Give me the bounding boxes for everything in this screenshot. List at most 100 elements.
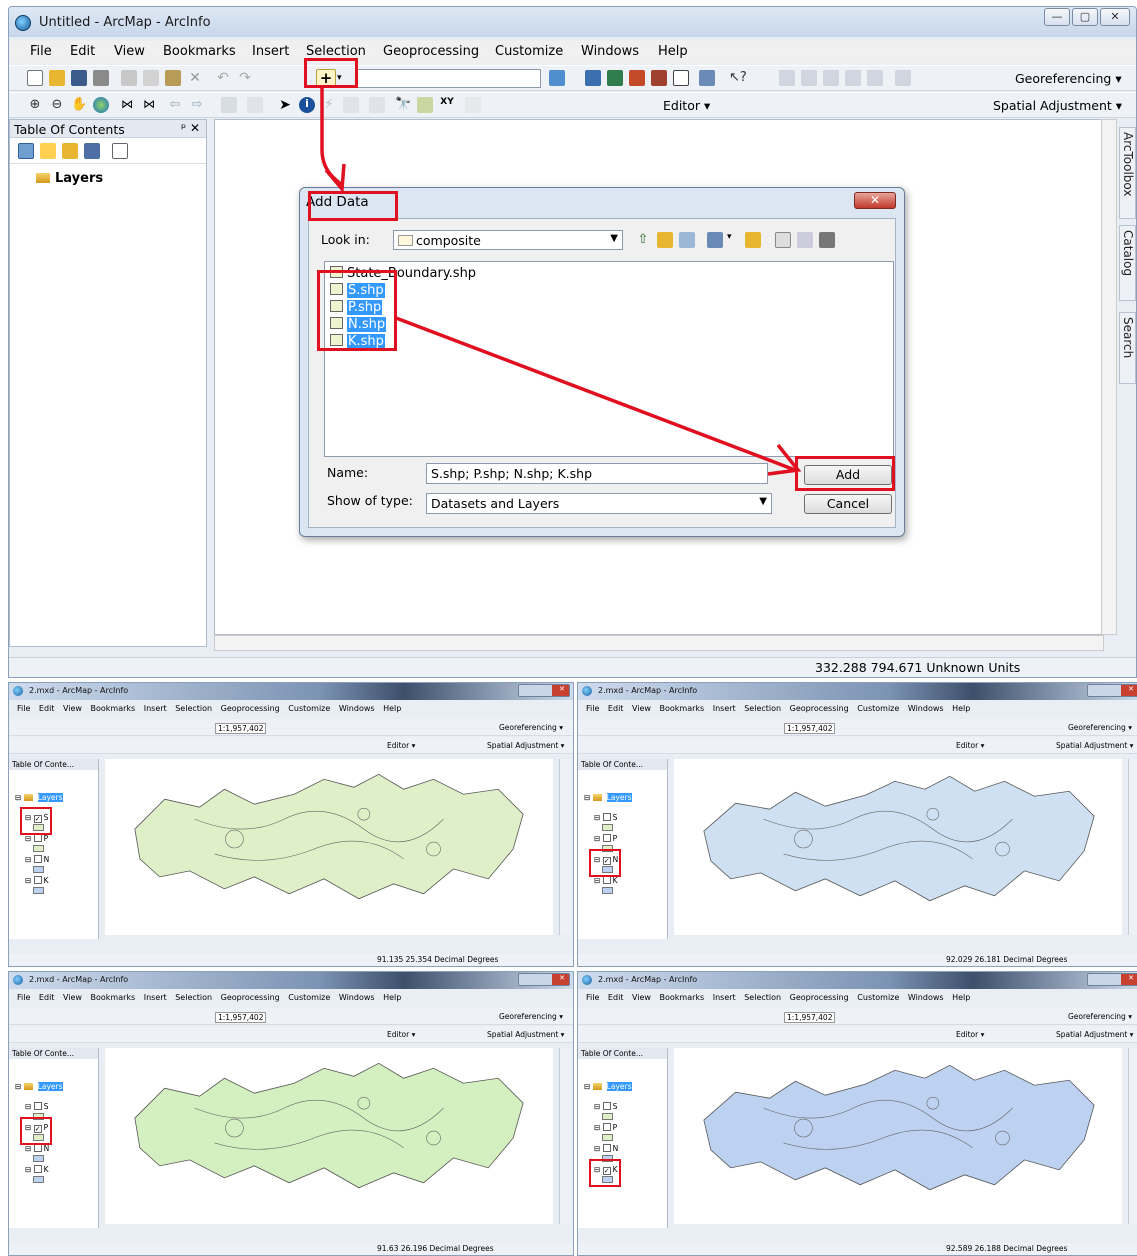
sub-map-display[interactable] xyxy=(105,1048,553,1224)
dialog-close-button[interactable]: ✕ xyxy=(854,192,896,209)
layer-checkbox[interactable] xyxy=(602,1144,611,1152)
sub-window-controls[interactable]: ✕ xyxy=(1087,973,1137,986)
menu-geoprocessing[interactable]: Geoprocessing xyxy=(383,44,479,59)
delete-icon[interactable]: ✕ xyxy=(187,70,203,86)
menu-insert[interactable]: Insert xyxy=(252,44,289,59)
minimize-button[interactable]: — xyxy=(1044,8,1070,26)
find-icon[interactable]: 🔭 xyxy=(395,97,411,113)
sub-layers-root[interactable]: ⊟ Layers xyxy=(15,793,63,802)
layer-row-N[interactable]: ⊟ N xyxy=(594,1144,618,1153)
list-by-selection-icon[interactable] xyxy=(84,143,100,159)
sub-editor-menu[interactable]: Editor ▾ xyxy=(956,1030,984,1039)
find-route-icon[interactable] xyxy=(417,97,433,113)
sub-layers-root[interactable]: ⊟ Layers xyxy=(15,1082,63,1091)
menu-edit[interactable]: Edit xyxy=(70,44,95,59)
print-icon[interactable] xyxy=(93,70,109,86)
pan-icon[interactable]: ✋ xyxy=(71,97,87,113)
full-extent-icon[interactable] xyxy=(93,97,109,113)
map-scale-combo[interactable] xyxy=(355,69,541,88)
fixed-zoom-out-icon[interactable]: ⋈ xyxy=(141,97,157,113)
list-by-visibility-icon[interactable] xyxy=(62,143,78,159)
open-folder-icon[interactable] xyxy=(49,70,65,86)
name-field[interactable]: S.shp; P.shp; N.shp; K.shp xyxy=(426,463,768,484)
new-folder-icon[interactable] xyxy=(745,232,761,248)
search-window-icon[interactable] xyxy=(629,70,645,86)
sub-scale-combo[interactable]: 1:1,957,402 xyxy=(784,723,836,734)
sub-map-display[interactable] xyxy=(674,759,1122,935)
sub-side-tabs[interactable] xyxy=(559,759,571,935)
zoom-out-icon[interactable]: ⊖ xyxy=(49,97,65,113)
sub-map-display[interactable] xyxy=(674,1048,1122,1224)
sub-side-tabs[interactable] xyxy=(1128,1048,1137,1224)
copy-icon[interactable] xyxy=(143,70,159,86)
look-in-combo[interactable]: composite ▼ xyxy=(393,230,623,250)
spatial-adjustment-menu[interactable]: Spatial Adjustment ▾ xyxy=(993,98,1122,113)
georef-tool-5-icon[interactable] xyxy=(867,70,883,86)
sub-menu-bar[interactable]: File Edit View Bookmarks Insert Selectio… xyxy=(17,704,401,713)
forward-extent-icon[interactable]: ⇨ xyxy=(189,97,205,113)
sub-layers-root[interactable]: ⊟ Layers xyxy=(584,1082,632,1091)
layer-row-N[interactable]: ⊟ N xyxy=(25,855,49,864)
menu-help[interactable]: Help xyxy=(658,44,688,59)
layer-row-P[interactable]: ⊟ P xyxy=(25,834,48,843)
sub-spatial-adjustment-menu[interactable]: Spatial Adjustment ▾ xyxy=(1056,741,1133,750)
layer-checkbox[interactable] xyxy=(602,1123,611,1131)
sub-georeferencing-menu[interactable]: Georeferencing ▾ xyxy=(499,1012,563,1021)
hyperlink-icon[interactable]: ⚡ xyxy=(321,97,337,113)
layer-row-P[interactable]: ⊟ P xyxy=(594,1123,617,1132)
toc-options-icon[interactable] xyxy=(112,143,128,159)
map-horizontal-scrollbar[interactable] xyxy=(214,635,1104,651)
sub-scale-combo[interactable]: 1:1,957,402 xyxy=(215,1012,267,1023)
sub-georeferencing-menu[interactable]: Georeferencing ▾ xyxy=(1068,723,1132,732)
list-by-drawing-order-icon[interactable] xyxy=(18,143,34,159)
view-dropdown-icon[interactable]: ▾ xyxy=(727,232,743,248)
save-icon[interactable] xyxy=(71,70,87,86)
cancel-button[interactable]: Cancel xyxy=(804,494,892,514)
select-elements-icon[interactable]: ➤ xyxy=(277,97,293,113)
layer-checkbox[interactable] xyxy=(33,876,42,884)
fixed-zoom-in-icon[interactable]: ⋈ xyxy=(119,97,135,113)
sub-editor-menu[interactable]: Editor ▾ xyxy=(387,1030,415,1039)
sub-menu-bar[interactable]: File Edit View Bookmarks Insert Selectio… xyxy=(17,993,401,1002)
sub-menu-bar[interactable]: File Edit View Bookmarks Insert Selectio… xyxy=(586,993,970,1002)
layer-checkbox[interactable] xyxy=(33,1165,42,1173)
catalog-tools-icon[interactable] xyxy=(819,232,835,248)
layer-checkbox[interactable] xyxy=(33,834,42,842)
search-side-tab[interactable]: Search xyxy=(1119,312,1136,384)
catalog-window-icon[interactable] xyxy=(607,70,623,86)
new-document-icon[interactable] xyxy=(27,70,43,86)
sub-spatial-adjustment-menu[interactable]: Spatial Adjustment ▾ xyxy=(1056,1030,1133,1039)
catalog-preview-icon[interactable] xyxy=(797,232,813,248)
layer-row-P[interactable]: ⊟ P xyxy=(594,834,617,843)
show-of-type-select[interactable]: Datasets and Layers ▼ xyxy=(426,493,772,514)
undo-icon[interactable]: ↶ xyxy=(215,70,231,86)
sub-editor-menu[interactable]: Editor ▾ xyxy=(956,741,984,750)
menu-bookmarks[interactable]: Bookmarks xyxy=(163,44,236,59)
view-options-icon[interactable] xyxy=(707,232,723,248)
layer-row-K[interactable]: ⊟ K xyxy=(25,876,49,885)
layer-row-S[interactable]: ⊟ S xyxy=(594,1102,617,1111)
clear-selection-icon[interactable] xyxy=(247,97,263,113)
layer-row-K[interactable]: ⊟ K xyxy=(594,876,618,885)
menu-selection[interactable]: Selection xyxy=(306,44,366,59)
up-one-level-icon[interactable]: ⇧ xyxy=(635,232,651,248)
select-features-icon[interactable] xyxy=(221,97,237,113)
georeferencing-menu[interactable]: Georeferencing ▾ xyxy=(1015,71,1122,86)
table-of-contents-icon[interactable] xyxy=(585,70,601,86)
layer-checkbox[interactable] xyxy=(33,855,42,863)
sub-spatial-adjustment-menu[interactable]: Spatial Adjustment ▾ xyxy=(487,1030,564,1039)
toc-close-button[interactable]: ᵖ ✕ xyxy=(181,121,200,135)
sub-spatial-adjustment-menu[interactable]: Spatial Adjustment ▾ xyxy=(487,741,564,750)
menu-customize[interactable]: Customize xyxy=(495,44,563,59)
sub-window-controls[interactable]: ✕ xyxy=(518,973,570,986)
catalog-side-tab[interactable]: Catalog xyxy=(1119,225,1136,301)
sub-scale-combo[interactable]: 1:1,957,402 xyxy=(215,723,267,734)
arctoolbox-icon[interactable] xyxy=(651,70,667,86)
menu-windows[interactable]: Windows xyxy=(581,44,639,59)
layer-checkbox[interactable] xyxy=(602,834,611,842)
layer-checkbox[interactable] xyxy=(602,876,611,884)
cut-icon[interactable] xyxy=(121,70,137,86)
editor-toolbar-icon[interactable] xyxy=(549,70,565,86)
measure-icon[interactable] xyxy=(369,97,385,113)
whats-this-icon[interactable]: ↖? xyxy=(729,70,747,86)
